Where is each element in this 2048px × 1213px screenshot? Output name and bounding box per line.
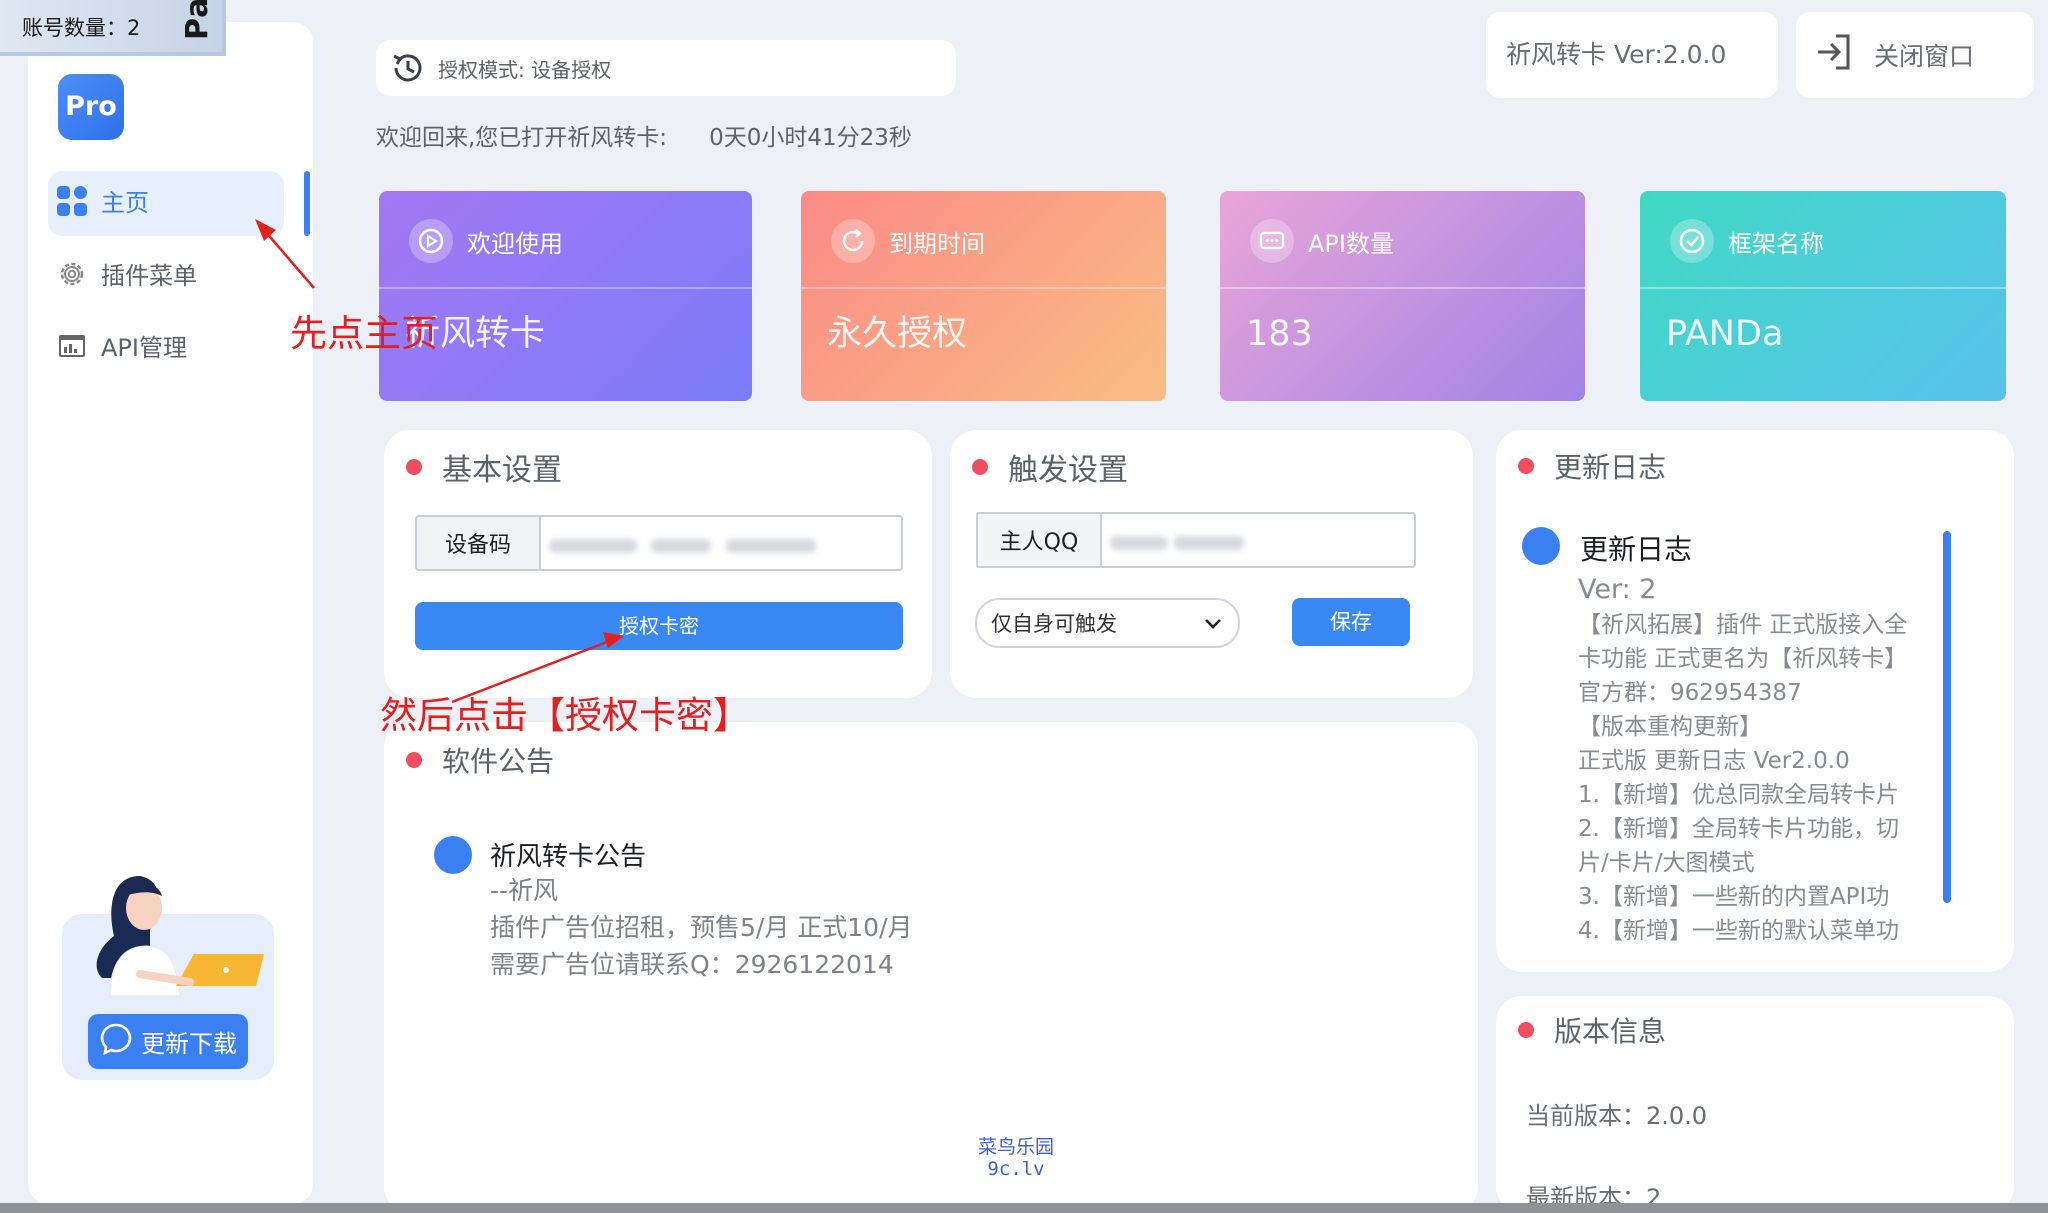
chat-bubble-icon bbox=[99, 1022, 133, 1062]
panel-title-text: 触发设置 bbox=[1008, 453, 1128, 488]
clock-refresh-icon bbox=[831, 219, 875, 263]
sidebar-item-label: 主页 bbox=[101, 189, 149, 217]
trigger-scope-select[interactable]: 仅自身可触发 bbox=[975, 598, 1240, 648]
log-line: 卡功能 正式更名为【祈风转卡】 bbox=[1578, 646, 1908, 672]
auth-mode-pill: 授权模式: 设备授权 bbox=[376, 40, 956, 96]
version-info-title: 版本信息 bbox=[1518, 1010, 1666, 1050]
trigger-settings-title: 触发设置 bbox=[972, 445, 1128, 489]
stat-card-title: 框架名称 bbox=[1728, 229, 1824, 258]
red-dot-icon bbox=[406, 459, 422, 475]
update-download-label: 更新下载 bbox=[141, 1030, 237, 1058]
update-log-title: 更新日志 bbox=[1518, 446, 1666, 486]
owner-qq-label: 主人QQ bbox=[978, 514, 1102, 566]
save-button[interactable]: 保存 bbox=[1292, 598, 1410, 646]
watermark-line: 9c.lv bbox=[987, 1158, 1045, 1180]
red-dot-icon bbox=[1518, 1022, 1534, 1038]
sidebar-item-api-management[interactable]: API管理 bbox=[55, 328, 187, 363]
stat-card-welcome: 欢迎使用 祈风转卡 bbox=[379, 191, 752, 401]
timeline-dot bbox=[434, 836, 472, 874]
window-bottom-border bbox=[0, 1203, 2048, 1213]
annotation-click-authorize: 然后点击【授权卡密】 bbox=[380, 694, 750, 737]
log-line: 正式版 更新日志 Ver2.0.0 bbox=[1578, 748, 1850, 774]
log-line: 【版本重构更新】 bbox=[1578, 714, 1762, 740]
notice-line: 插件广告位招租，预售5/月 正式10/月 bbox=[490, 913, 913, 942]
welcome-text: 欢迎回来,您已打开祈风转卡: bbox=[376, 125, 668, 151]
log-line: 官方群：962954387 bbox=[1578, 680, 1802, 706]
account-count-label: 账号数量：2 bbox=[22, 16, 141, 40]
illustration-girl-laptop bbox=[80, 866, 264, 997]
stat-card-title: 到期时间 bbox=[889, 229, 985, 258]
panel-title-text: 更新日志 bbox=[1554, 451, 1667, 484]
play-circle-icon bbox=[409, 219, 453, 263]
panel-title-text: 版本信息 bbox=[1554, 1015, 1667, 1048]
notice-line: --祈风 bbox=[490, 876, 559, 905]
uptime-text: 0天0小时41分23秒 bbox=[709, 125, 912, 151]
authorize-key-button[interactable]: 授权卡密 bbox=[415, 602, 903, 650]
log-line: 1.【新增】优总同款全局转卡片 bbox=[1578, 782, 1899, 808]
check-circle-icon bbox=[1670, 219, 1714, 263]
log-line: 3.【新增】一些新的内置API功 bbox=[1578, 884, 1890, 910]
current-version: 当前版本：2.0.0 bbox=[1526, 1102, 1708, 1130]
stat-card-value: 183 bbox=[1246, 314, 1313, 354]
log-line: Ver: 2 bbox=[1578, 574, 1657, 605]
log-line: 片/卡片/大图模式 bbox=[1578, 850, 1755, 876]
update-download-button[interactable]: 更新下载 bbox=[88, 1014, 248, 1069]
sidebar-item-home[interactable]: 主页 bbox=[55, 183, 149, 218]
sidebar-item-label: API管理 bbox=[101, 334, 187, 362]
stat-card-api-count: API数量 183 bbox=[1220, 191, 1585, 401]
basic-settings-title: 基本设置 bbox=[406, 445, 562, 489]
app-logo: Pro bbox=[58, 74, 124, 140]
watermark: 菜鸟乐园 9c.lv bbox=[978, 1136, 1054, 1180]
watermark-line: 菜鸟乐园 bbox=[978, 1136, 1055, 1158]
message-icon bbox=[1250, 219, 1294, 263]
account-count-bar: 账号数量：2 Par bbox=[0, 0, 226, 56]
log-entry-body[interactable]: Ver: 2 【祈风拓展】插件 正式版接入全 卡功能 正式更名为【祈风转卡】 官… bbox=[1578, 572, 1940, 948]
stat-card-title: API数量 bbox=[1308, 229, 1394, 258]
welcome-line: 欢迎回来,您已打开祈风转卡: 0天0小时41分23秒 bbox=[376, 118, 912, 152]
annotation-click-home: 先点主页 bbox=[290, 312, 438, 355]
log-line: 4.【新增】一些新的默认菜单功 bbox=[1578, 918, 1899, 944]
chart-window-icon bbox=[55, 329, 89, 363]
log-line: 【祈风拓展】插件 正式版接入全 bbox=[1578, 612, 1908, 638]
notice-line: 需要广告位请联系Q：2926122014 bbox=[490, 950, 894, 979]
stat-card-framework: 框架名称 PANDa bbox=[1640, 191, 2006, 401]
panel-title-text: 软件公告 bbox=[442, 745, 555, 778]
gear-icon bbox=[55, 257, 89, 291]
software-notice-title: 软件公告 bbox=[406, 740, 554, 780]
notice-body: --祈风 插件广告位招租，预售5/月 正式10/月 需要广告位请联系Q：2926… bbox=[490, 872, 913, 983]
clock-history-icon bbox=[390, 50, 426, 86]
close-window-label: 关闭窗口 bbox=[1874, 42, 1975, 71]
owner-qq-field[interactable]: 主人QQ bbox=[976, 512, 1416, 568]
exit-icon bbox=[1814, 32, 1854, 78]
red-dot-icon bbox=[1518, 458, 1534, 474]
panel-title-text: 基本设置 bbox=[442, 453, 562, 488]
device-code-input-blurred[interactable] bbox=[541, 517, 901, 569]
version-pill: 祈风转卡 Ver:2.0.0 bbox=[1486, 12, 1778, 98]
close-window-button[interactable]: 关闭窗口 bbox=[1796, 12, 2034, 98]
log-line: 2.【新增】全局转卡片功能，切 bbox=[1578, 816, 1899, 842]
log-entry-heading: 更新日志 bbox=[1580, 533, 1693, 566]
device-code-label: 设备码 bbox=[417, 517, 541, 569]
chevron-down-icon bbox=[1204, 611, 1222, 635]
stat-card-expiry: 到期时间 永久授权 bbox=[801, 191, 1166, 401]
window-corner-text: Par bbox=[180, 0, 215, 40]
sidebar-item-plugin-menu[interactable]: 插件菜单 bbox=[55, 256, 197, 291]
grid-icon bbox=[55, 184, 89, 218]
sidebar-active-indicator bbox=[304, 171, 310, 236]
timeline-dot bbox=[1522, 527, 1560, 565]
device-code-field[interactable]: 设备码 bbox=[415, 515, 903, 571]
notice-heading: 祈风转卡公告 bbox=[490, 842, 647, 872]
log-scrollbar[interactable] bbox=[1943, 531, 1951, 903]
trigger-scope-value: 仅自身可触发 bbox=[991, 612, 1117, 636]
stat-card-value: 永久授权 bbox=[827, 314, 968, 354]
owner-qq-input-blurred[interactable] bbox=[1102, 514, 1414, 566]
stat-card-value: PANDa bbox=[1666, 314, 1784, 354]
auth-mode-text: 授权模式: 设备授权 bbox=[438, 57, 612, 82]
red-dot-icon bbox=[972, 459, 988, 475]
sidebar-item-label: 插件菜单 bbox=[101, 262, 197, 290]
red-dot-icon bbox=[406, 752, 422, 768]
stat-card-title: 欢迎使用 bbox=[467, 229, 563, 258]
